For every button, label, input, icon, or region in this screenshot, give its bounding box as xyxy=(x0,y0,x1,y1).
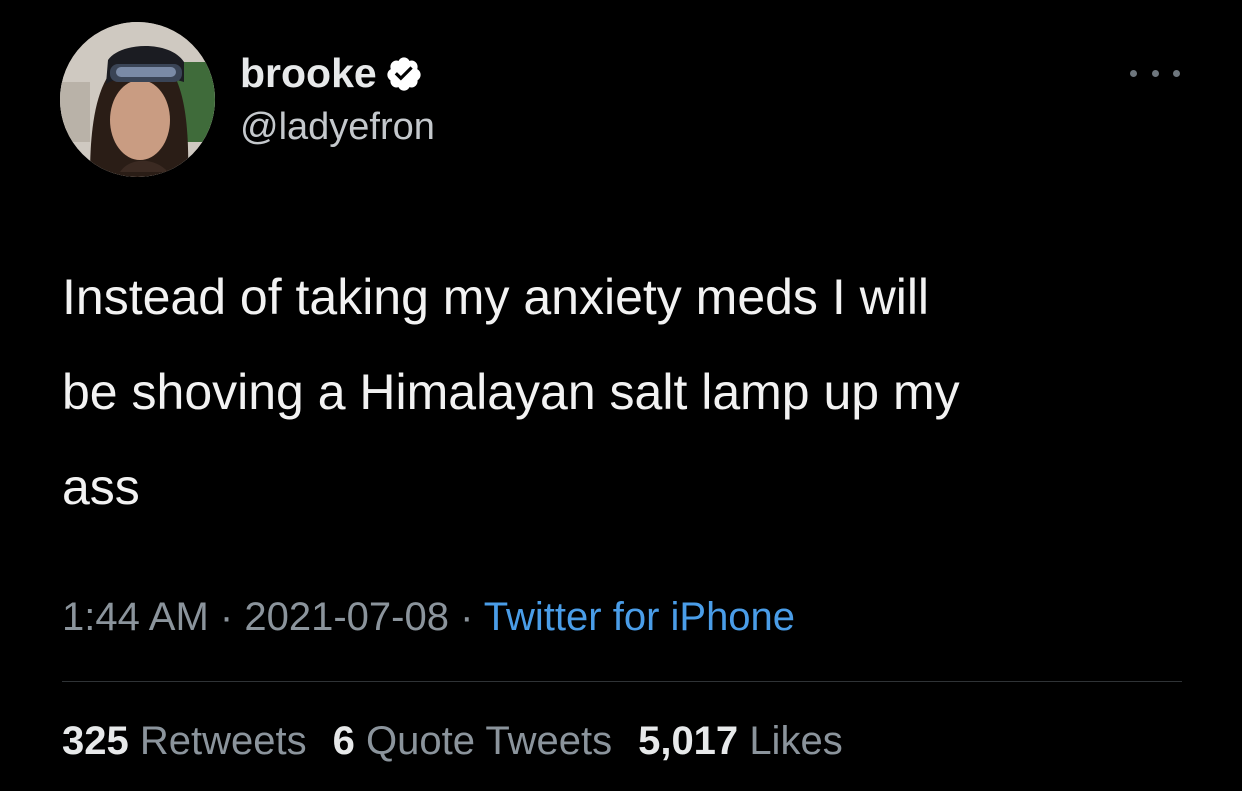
avatar[interactable] xyxy=(60,22,215,177)
author-handle[interactable]: @ladyefron xyxy=(240,104,435,150)
tweet-meta: 1:44 AM · 2021-07-08 · Twitter for iPhon… xyxy=(62,592,795,642)
tweet-text-line: be shoving a Himalayan salt lamp up my xyxy=(62,364,960,420)
profile-photo xyxy=(60,22,215,177)
retweets-count: 325 xyxy=(62,719,129,763)
quote-tweets-count: 6 xyxy=(332,719,355,763)
likes-label: Likes xyxy=(749,719,843,763)
display-name[interactable]: brooke xyxy=(240,48,377,98)
tweet-time[interactable]: 1:44 AM xyxy=(62,595,209,639)
verified-badge-icon xyxy=(385,54,423,92)
retweets-stat[interactable]: 325 Retweets xyxy=(62,719,307,763)
author-name-row[interactable]: brooke xyxy=(240,48,423,98)
more-options-icon[interactable] xyxy=(1130,66,1180,80)
tweet-text-line: Instead of taking my anxiety meds I will xyxy=(62,269,930,325)
likes-stat[interactable]: 5,017 Likes xyxy=(638,719,843,763)
meta-separator: · xyxy=(460,595,474,639)
quote-tweets-label: Quote Tweets xyxy=(366,719,613,763)
tweet-stats: 325 Retweets 6 Quote Tweets 5,017 Likes xyxy=(62,716,843,766)
likes-count: 5,017 xyxy=(638,719,739,763)
divider xyxy=(62,681,1182,682)
tweet-date[interactable]: 2021-07-08 xyxy=(244,595,449,639)
tweet-text-line: ass xyxy=(62,459,140,515)
tweet-source-link[interactable]: Twitter for iPhone xyxy=(484,595,795,639)
quote-tweets-stat[interactable]: 6 Quote Tweets xyxy=(333,719,612,763)
meta-separator: · xyxy=(219,595,234,639)
retweets-label: Retweets xyxy=(139,719,307,763)
tweet-text: Instead of taking my anxiety meds I will… xyxy=(62,250,1212,535)
